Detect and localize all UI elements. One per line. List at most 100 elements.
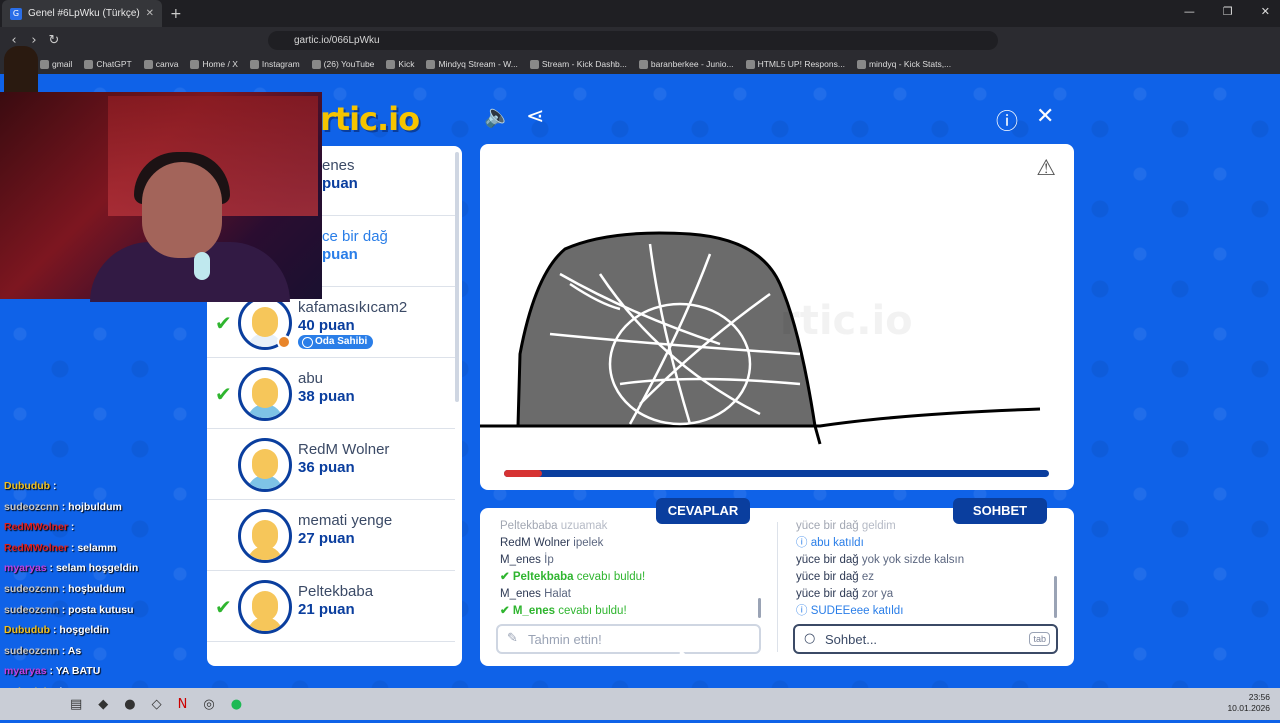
player-row: ✔ abu 38 puan: [207, 358, 455, 429]
message-text: zor ya: [861, 588, 894, 600]
message-user: Peltekbaba: [500, 520, 558, 532]
minimize-icon[interactable]: —: [1184, 5, 1195, 18]
message-user: abu: [810, 537, 830, 549]
answers-tab[interactable]: CEVAPLAR: [656, 498, 750, 524]
vscode-icon[interactable]: ◇: [152, 697, 162, 712]
message-row: yüce bir dağ yok yok sizde kalsın: [796, 552, 964, 569]
new-tab-button[interactable]: +: [170, 6, 182, 22]
bookmark-item[interactable]: Mindyq Stream - W...: [426, 59, 518, 69]
info-icon[interactable]: ⓘ: [996, 104, 1018, 136]
report-warning-icon[interactable]: ⚠: [1036, 156, 1056, 181]
webcam-person-face: [142, 162, 222, 258]
steam-icon[interactable]: ◎: [203, 697, 214, 712]
bookmark-item[interactable]: canva: [143, 59, 179, 69]
close-tab-icon[interactable]: ✕: [146, 8, 154, 19]
answers-scrollbar[interactable]: [758, 598, 761, 618]
bookmark-item[interactable]: Instagram: [249, 59, 300, 69]
bookmark-label: (26) YouTube: [323, 59, 375, 69]
chat-scrollbar[interactable]: [1054, 576, 1057, 618]
explorer-icon[interactable]: ▤: [70, 697, 82, 712]
bookmark-label: HTML5 UP! Respons...: [757, 59, 845, 69]
info-icon: ⓘ: [796, 605, 811, 617]
player-name: abu: [298, 370, 324, 387]
guessed-check-icon: ✔: [215, 311, 232, 335]
player-avatar: [238, 509, 292, 563]
spotify-icon[interactable]: ●: [231, 697, 242, 712]
bookmark-item[interactable]: Home / X: [190, 59, 238, 69]
tab-key-hint: tab: [1029, 632, 1050, 646]
browser-tab[interactable]: G Genel #6LpWku (Türkçe) - Ga ✕: [2, 0, 162, 27]
bookmark-icon: [40, 59, 49, 69]
bookmark-item[interactable]: Kick: [386, 59, 414, 69]
close-window-icon[interactable]: ✕: [1261, 5, 1270, 18]
bookmark-label: baranberkee - Junio...: [650, 59, 734, 69]
avatar-face: [252, 520, 278, 550]
bookmark-label: canva: [155, 59, 179, 69]
sound-icon[interactable]: 🔈: [484, 104, 511, 129]
message-user: SUDEEeee: [810, 605, 870, 617]
panel-divider: [777, 522, 778, 652]
guess-input[interactable]: ✎ Tahmin ettin!: [496, 624, 761, 654]
stream-chat-user: Dubudub: [4, 624, 51, 637]
canvas-watermark: rtic.io: [780, 298, 913, 344]
player-avatar: [238, 580, 292, 634]
bookmark-item[interactable]: ChatGPT: [84, 59, 132, 69]
netflix-icon[interactable]: N: [178, 697, 188, 712]
bookmark-item[interactable]: (26) YouTube: [311, 59, 375, 69]
gartic-favicon: G: [10, 7, 22, 20]
stream-chat-text: : YA BATU: [49, 665, 101, 678]
player-points: puan: [322, 175, 358, 192]
taskbar-clock[interactable]: 23:56 10.01.2026: [1227, 692, 1270, 714]
stream-chat-row: sudeozcnn : posta kutusu: [4, 600, 156, 621]
stream-chat-user: RedMWolner: [4, 541, 68, 554]
message-row: ⓘ SUDEEeee katıldı: [796, 603, 964, 620]
correct-check-icon: ✔: [500, 605, 513, 617]
message-row: RedM Wolner ipelek: [500, 535, 645, 552]
message-row: M_enes İp: [500, 552, 645, 569]
bookmark-item[interactable]: mindyq - Kick Stats,...: [856, 59, 951, 69]
avatar-face: [252, 307, 278, 337]
player-name: Peltekbaba: [298, 583, 374, 600]
stream-chat-text: : posta kutusu: [61, 603, 134, 616]
close-icon[interactable]: ✕: [1036, 104, 1054, 129]
discord-icon[interactable]: ●: [124, 697, 135, 712]
message-text: geldim: [861, 520, 896, 532]
bookmark-label: ChatGPT: [96, 59, 132, 69]
player-points: 38 puan: [298, 388, 355, 405]
clock-date: 10.01.2026: [1227, 703, 1270, 713]
players-scrollbar[interactable]: [455, 152, 459, 402]
time-progress-bar: [504, 470, 1049, 477]
restore-icon[interactable]: ❐: [1223, 5, 1233, 18]
bookmark-label: Stream - Kick Dashb...: [541, 59, 627, 69]
stream-chat-user: sudeozcnn: [4, 582, 59, 595]
player-name: ce bir dağ: [322, 228, 388, 245]
bookmark-icon: [190, 59, 200, 69]
brave-icon[interactable]: ◆: [98, 697, 108, 712]
message-user: Peltekbaba: [512, 571, 574, 583]
message-text: uzuamak: [560, 520, 608, 532]
stream-chat-text: : hoşgeldin: [53, 624, 109, 637]
bookmark-icon: [638, 59, 648, 69]
stream-chat-text: : selam hoşgeldin: [49, 562, 139, 575]
bookmark-item[interactable]: baranberkee - Junio...: [638, 59, 734, 69]
player-row: ✔ Peltekbaba 21 puan: [207, 571, 455, 642]
reload-icon[interactable]: ↻: [44, 33, 64, 48]
bookmark-item[interactable]: HTML5 UP! Respons...: [745, 59, 845, 69]
message-user: M_enes: [500, 588, 541, 600]
drawing-canvas[interactable]: rtic.io ⚠: [480, 144, 1074, 490]
url-field[interactable]: gartic.io/066LpWku: [268, 31, 998, 50]
message-text: cevabı buldu!: [576, 571, 646, 583]
chat-tab[interactable]: SOHBET: [953, 498, 1047, 524]
stream-chat-row: sudeozcnn : As: [4, 641, 156, 662]
message-text: ez: [861, 571, 875, 583]
bookmark-item[interactable]: gmail: [40, 59, 72, 69]
stream-chat-text: :: [70, 521, 75, 534]
stream-chat-text: : hoşbuldum: [61, 582, 125, 595]
drawing-rock: [516, 231, 817, 428]
message-user: M_enes: [512, 605, 556, 617]
bookmark-item[interactable]: Stream - Kick Dashb...: [529, 59, 627, 69]
message-text: cevabı buldu!: [558, 605, 627, 617]
share-icon[interactable]: ⋖: [526, 104, 544, 129]
chat-input[interactable]: ○ Sohbet... tab: [793, 624, 1058, 654]
player-points: 21 puan: [298, 601, 355, 618]
